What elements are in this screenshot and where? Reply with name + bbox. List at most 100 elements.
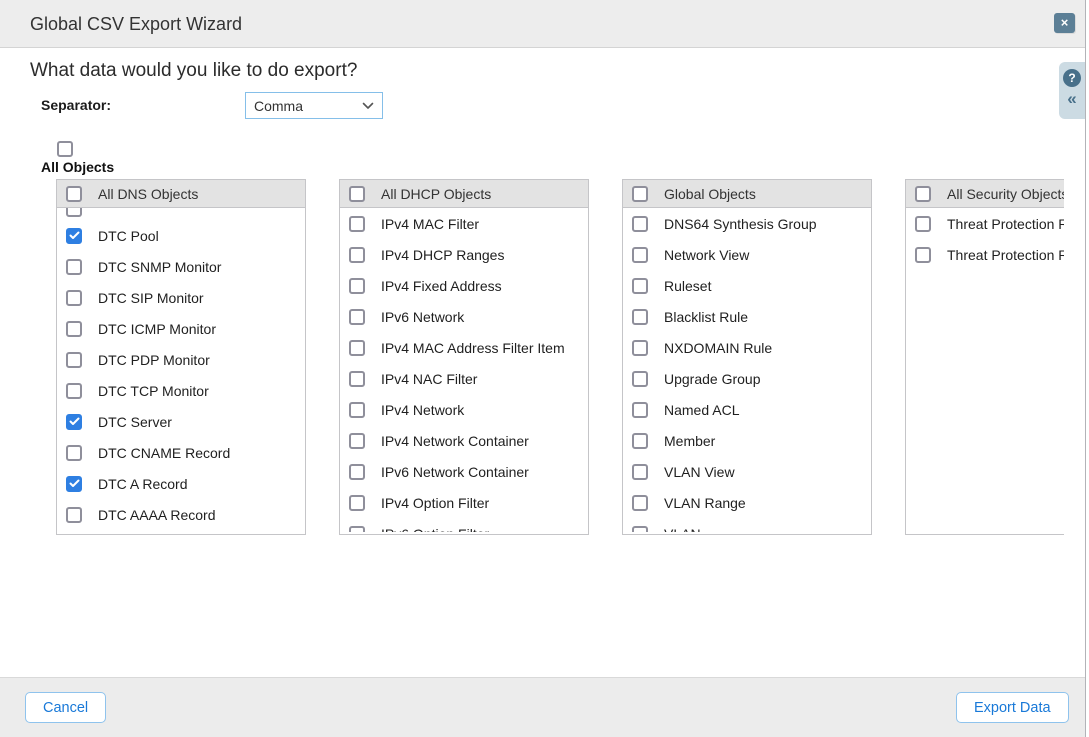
unchecked-checkbox[interactable] [632, 402, 648, 418]
column-header: Global Objects [623, 180, 871, 208]
unchecked-checkbox[interactable] [632, 309, 648, 325]
list-item: DTC ICMP Monitor [57, 313, 305, 344]
column-header-label: All DNS Objects [98, 186, 198, 202]
list-item: VLAN [623, 518, 871, 532]
unchecked-checkbox[interactable] [632, 216, 648, 232]
unchecked-checkbox[interactable] [349, 340, 365, 356]
column-list: DNS64 Synthesis Group Network View Ruleset… [623, 208, 871, 532]
close-icon[interactable]: × [1054, 13, 1075, 33]
checked-checkbox[interactable] [66, 476, 82, 492]
list-item-label: VLAN Range [664, 495, 746, 511]
checked-checkbox[interactable] [66, 228, 82, 244]
list-item-label: Member [664, 433, 715, 449]
unchecked-checkbox[interactable] [349, 402, 365, 418]
list-item: DTC PDP Monitor [57, 344, 305, 375]
unchecked-checkbox[interactable] [349, 464, 365, 480]
list-item: IPv4 Network [340, 394, 588, 425]
list-item: DTC CNAME Record [57, 437, 305, 468]
help-icon[interactable]: ? [1063, 69, 1081, 87]
unchecked-checkbox[interactable] [915, 186, 931, 202]
list-item-label: Network View [664, 247, 749, 263]
list-item-label: IPv4 Option Filter [381, 495, 489, 511]
unchecked-checkbox[interactable] [66, 259, 82, 275]
unchecked-checkbox[interactable] [632, 186, 648, 202]
list-item: DTC AAAA Record [57, 499, 305, 530]
column-list: DTC PoolDTC SNMP MonitorDTC SIP MonitorD… [57, 208, 305, 532]
checked-checkbox[interactable] [66, 414, 82, 430]
unchecked-checkbox[interactable] [632, 340, 648, 356]
list-item: VLAN Range [623, 487, 871, 518]
list-item: IPv4 Network Container [340, 425, 588, 456]
unchecked-checkbox[interactable] [349, 278, 365, 294]
unchecked-checkbox[interactable] [66, 321, 82, 337]
list-item: Blacklist Rule [623, 301, 871, 332]
list-item-label: DTC CNAME Record [98, 445, 230, 461]
list-item: Named ACL [623, 394, 871, 425]
separator-label: Separator: [41, 97, 111, 113]
list-item: DTC SNMP Monitor [57, 251, 305, 282]
all-objects-checkbox[interactable] [57, 141, 73, 157]
unchecked-checkbox[interactable] [66, 383, 82, 399]
list-item: IPv4 Fixed Address [340, 270, 588, 301]
column-list: IPv4 MAC Filter IPv4 DHCP Ranges IPv4 Fixe… [340, 208, 588, 532]
unchecked-checkbox[interactable] [915, 216, 931, 232]
list-item: Upgrade Group [623, 363, 871, 394]
unchecked-checkbox[interactable] [349, 433, 365, 449]
unchecked-checkbox[interactable] [632, 278, 648, 294]
check-icon [69, 231, 80, 240]
separator-dropdown[interactable]: Comma [245, 92, 383, 119]
list-item-label: DTC SIP Monitor [98, 290, 204, 306]
unchecked-checkbox[interactable] [632, 526, 648, 533]
list-item-label: IPv4 DHCP Ranges [381, 247, 504, 263]
unchecked-checkbox[interactable] [632, 495, 648, 511]
list-item-label: IPv4 Network [381, 402, 464, 418]
unchecked-checkbox[interactable] [632, 464, 648, 480]
list-item-label: IPv4 MAC Address Filter Item [381, 340, 565, 356]
list-item: VLAN View [623, 456, 871, 487]
list-item-label: IPv4 NAC Filter [381, 371, 477, 387]
unchecked-checkbox[interactable] [632, 433, 648, 449]
list-item: Ruleset [623, 270, 871, 301]
export-data-button[interactable]: Export Data [956, 692, 1069, 723]
dialog-titlebar: Global CSV Export Wizard [0, 0, 1085, 48]
check-icon [69, 479, 80, 488]
list-item-label: IPv4 MAC Filter [381, 216, 479, 232]
list-item-label: DNS64 Synthesis Group [664, 216, 817, 232]
list-item: DTC SIP Monitor [57, 282, 305, 313]
list-item: IPv4 MAC Filter [340, 208, 588, 239]
unchecked-checkbox[interactable] [66, 208, 82, 217]
unchecked-checkbox[interactable] [349, 247, 365, 263]
unchecked-checkbox[interactable] [349, 526, 365, 533]
chevron-down-icon [362, 97, 374, 115]
cancel-button[interactable]: Cancel [25, 692, 106, 723]
unchecked-checkbox[interactable] [915, 247, 931, 263]
list-item-label: DTC SNMP Monitor [98, 259, 221, 275]
unchecked-checkbox[interactable] [632, 247, 648, 263]
column-header: All Security Objects [906, 180, 1064, 208]
object-column-1: All DHCP Objects IPv4 MAC Filter IPv4 DHCP… [339, 179, 589, 535]
unchecked-checkbox[interactable] [66, 290, 82, 306]
list-item-label: DTC ICMP Monitor [98, 321, 216, 337]
unchecked-checkbox[interactable] [632, 371, 648, 387]
unchecked-checkbox[interactable] [349, 371, 365, 387]
list-item: NXDOMAIN Rule [623, 332, 871, 363]
unchecked-checkbox[interactable] [66, 352, 82, 368]
list-item-label: Named ACL [664, 402, 739, 418]
unchecked-checkbox[interactable] [349, 216, 365, 232]
list-item: DTC A Record [57, 468, 305, 499]
list-item-label: IPv6 Network Container [381, 464, 529, 480]
unchecked-checkbox[interactable] [349, 186, 365, 202]
unchecked-checkbox[interactable] [349, 309, 365, 325]
list-item: DNS64 Synthesis Group [623, 208, 871, 239]
column-header: All DHCP Objects [340, 180, 588, 208]
column-header-label: All DHCP Objects [381, 186, 491, 202]
unchecked-checkbox[interactable] [66, 186, 82, 202]
list-item: DTC Server [57, 406, 305, 437]
collapse-panel-icon[interactable]: « [1067, 91, 1076, 107]
unchecked-checkbox[interactable] [66, 507, 82, 523]
list-item-label: Ruleset [664, 278, 711, 294]
unchecked-checkbox[interactable] [349, 495, 365, 511]
list-item: IPv4 MAC Address Filter Item [340, 332, 588, 363]
unchecked-checkbox[interactable] [66, 445, 82, 461]
wizard-question: What data would you like to do export? [30, 60, 357, 82]
